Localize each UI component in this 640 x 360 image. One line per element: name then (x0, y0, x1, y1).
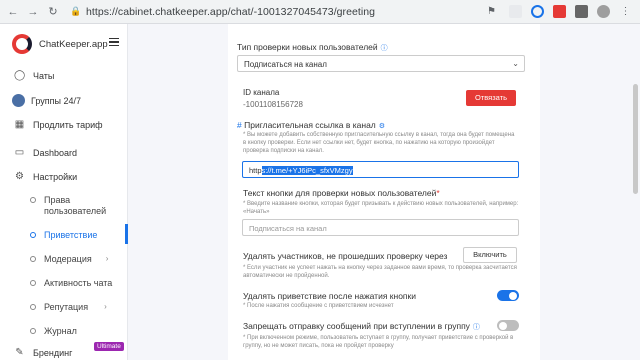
forbid-messages-label: Запрещать отправку сообщений при вступле… (243, 321, 480, 332)
bullet-icon (30, 304, 36, 310)
enable-timer-button[interactable]: Включить (463, 247, 517, 263)
unbind-button[interactable]: Отвязать (466, 90, 516, 106)
sidebar-subitem-label: Права пользователей (44, 195, 107, 216)
sidebar: ChatKeeper.app ◯ Чаты Группы 24/7 ▦ Прод… (0, 24, 128, 360)
sidebar-subitem-reputation[interactable]: Репутация › (30, 302, 107, 312)
bullet-icon (30, 197, 36, 203)
delete-greeting-label: Удалять приветствие после нажатия кнопки (243, 291, 416, 301)
settings-small-icon: ⚙ (378, 123, 386, 130)
sidebar-item-label: Dashboard (33, 147, 78, 158)
forbid-messages-label-text: Запрещать отправку сообщений при вступле… (243, 321, 470, 331)
invite-link-input[interactable]: https://t.me/+YJ6iPc_sfxVMzgy (242, 161, 519, 178)
toggle-knob (509, 291, 517, 300)
image-extension-icon[interactable] (553, 5, 566, 18)
sidebar-item-extend-plan[interactable]: ▦ Продлить тариф (14, 119, 103, 130)
button-text-input[interactable]: Подписаться на канал (242, 219, 519, 236)
sidebar-subitem-greeting[interactable]: Приветствие (30, 230, 97, 240)
check-type-select[interactable]: Подписаться на канал ⌄ (237, 55, 525, 72)
url-text: https://cabinet.chatkeeper.app/chat/-100… (86, 5, 376, 18)
required-asterisk: * (436, 188, 440, 198)
lock-icon: 🔒 (70, 5, 82, 16)
sidebar-item-label: Настройки (33, 171, 78, 182)
sidebar-subitem-user-rights[interactable]: Права пользователей (30, 195, 106, 217)
delete-greeting-toggle[interactable] (497, 290, 519, 301)
group-avatar (12, 94, 25, 107)
calendar-icon: ▦ (14, 119, 25, 130)
sidebar-item-dashboard[interactable]: ▭ Dashboard (14, 147, 77, 158)
sidebar-item-groups[interactable]: Группы 24/7 (12, 94, 81, 107)
button-text-label-text: Текст кнопки для проверки новых пользова… (243, 188, 437, 198)
bullet-icon (30, 280, 36, 286)
remove-failed-label: Удалять участников, не прошедших проверк… (243, 251, 448, 261)
check-type-label-text: Тип проверки новых пользователей (237, 42, 378, 52)
channel-id-value: -1001108156728 (243, 100, 303, 109)
avatar-icon[interactable] (597, 5, 610, 18)
forbid-messages-hint: * При включенном режиме, пользователь вс… (243, 335, 514, 349)
menu-toggle-icon[interactable] (109, 38, 119, 46)
sidebar-subitem-label: Модерация (44, 254, 92, 264)
invite-link-selected-text: s://t.me/+YJ6iPc_sfxVMzgy (261, 166, 353, 175)
bookmark-icon[interactable]: ⚑ (487, 5, 500, 18)
back-icon[interactable]: ← (6, 5, 20, 19)
gear-icon: ⚙ (15, 171, 24, 182)
bullet-icon (30, 328, 36, 334)
invite-link-hint: * Вы можете добавить собственную приглас… (243, 132, 515, 154)
brand-name: ChatKeeper.app (39, 38, 108, 50)
sidebar-item-settings[interactable]: ⚙ Настройки (14, 171, 77, 182)
bullet-icon (30, 256, 36, 262)
check-type-value: Подписаться на канал (244, 60, 327, 69)
sidebar-subitem-label: Журнал (44, 326, 77, 336)
ultimate-badge: Ultimate (94, 342, 124, 351)
chevron-down-icon: ⌄ (512, 59, 519, 68)
device-icon[interactable] (575, 5, 588, 18)
channel-id-label: ID канала (243, 88, 280, 97)
hash-icon: # (237, 120, 242, 130)
invite-link-label-text: Пригласительная ссылка в канал (244, 120, 376, 130)
sidebar-item-branding[interactable]: ✎ Брендинг (14, 347, 72, 358)
kebab-menu-icon[interactable]: ⋮ (619, 5, 632, 18)
sidebar-subitem-label: Репутация (44, 302, 89, 312)
chevron-right-icon: › (105, 254, 109, 263)
address-bar[interactable]: 🔒 https://cabinet.chatkeeper.app/chat/-1… (70, 3, 375, 21)
remove-failed-hint: * Если участник не успеет нажать на кноп… (243, 265, 517, 279)
brand-logo[interactable]: ChatKeeper.app (12, 34, 108, 54)
button-text-hint: * Введите название кнопки, которая будет… (243, 201, 519, 215)
extension-icon[interactable] (509, 5, 522, 18)
invite-link-label: # Пригласительная ссылка в канал ⚙ (237, 120, 385, 130)
reload-icon[interactable]: ↻ (46, 5, 60, 19)
info-icon: ⓘ (472, 324, 480, 331)
monitor-icon: ▭ (14, 147, 25, 158)
chat-icon: ◯ (14, 70, 26, 81)
sidebar-item-label: Группы 24/7 (31, 95, 82, 106)
profile-sync-icon[interactable] (531, 5, 544, 18)
browser-toolbar: ← → ↻ 🔒 https://cabinet.chatkeeper.app/c… (0, 0, 640, 24)
invite-link-prefix: http (249, 166, 262, 175)
brush-icon: ✎ (15, 347, 24, 358)
sidebar-item-label: Брендинг (33, 347, 73, 358)
sidebar-subitem-chat-activity[interactable]: Активность чата (30, 278, 112, 288)
check-type-label: Тип проверки новых пользователей ⓘ (237, 42, 388, 53)
toggle-knob (499, 321, 507, 330)
info-icon: ⓘ (380, 45, 388, 52)
sidebar-item-chats[interactable]: ◯ Чаты (14, 70, 54, 81)
delete-greeting-hint: * После нажатия сообщение с приветствием… (243, 303, 394, 309)
sidebar-item-label: Продлить тариф (33, 119, 103, 130)
sidebar-item-label: Чаты (33, 70, 55, 81)
sidebar-subitem-label: Приветствие (44, 230, 98, 240)
forbid-messages-toggle[interactable] (497, 320, 519, 331)
chevron-right-icon: › (104, 302, 107, 311)
button-text-label: Текст кнопки для проверки новых пользова… (243, 188, 440, 198)
logo-icon (12, 34, 32, 54)
bullet-icon (30, 232, 36, 238)
scrollbar[interactable] (633, 84, 638, 194)
sidebar-subitem-moderation[interactable]: Модерация › (30, 254, 108, 264)
browser-extension-icons: ⚑ ⋮ (487, 5, 632, 18)
sidebar-subitem-label: Активность чата (44, 278, 113, 288)
forward-icon[interactable]: → (26, 5, 40, 19)
sidebar-subitem-log[interactable]: Журнал (30, 326, 77, 336)
